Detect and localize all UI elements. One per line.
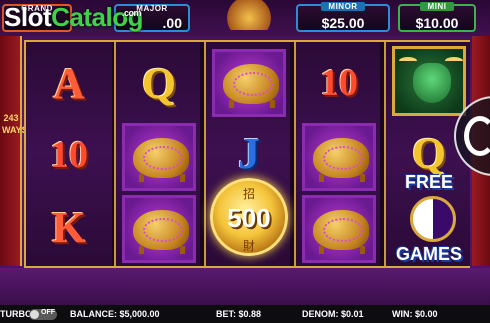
symbol-10: 10 [50, 134, 88, 176]
spin-icon [464, 116, 490, 156]
symbol-pig [120, 194, 198, 264]
gold-coin-pile-icon [224, 0, 274, 30]
coin-glyph-bottom: 財 [242, 239, 255, 253]
ways-count: 243 [3, 113, 19, 123]
gold-coin-icon: 招 500 財 [210, 178, 288, 256]
symbol-ox [390, 46, 468, 116]
ways-badge: 243 WAYS [2, 112, 28, 136]
symbol-pig [300, 122, 378, 192]
status-bar: TURBO OFF BALANCE: $5,000.00 BET: $0.88 … [0, 305, 490, 323]
reel-3: J 招 500 財 [204, 42, 290, 266]
turbo-state: OFF [41, 309, 55, 316]
denom-readout[interactable]: DENOM: $0.01 [302, 309, 364, 319]
symbol-q: Q [141, 58, 177, 108]
free-games-badge: FREE GAMES [390, 172, 468, 268]
bet-readout[interactable]: BET: $0.88 [216, 309, 261, 319]
coin-symbol: 招 500 財 [210, 178, 288, 256]
turbo-toggle[interactable]: OFF [29, 309, 57, 320]
jackpot-minor-label: MINOR [321, 2, 365, 11]
toggle-knob [30, 310, 39, 319]
slot-game: GRAND MAJOR .00 MINOR $25.00 MINI $10.00… [0, 0, 490, 323]
jackpot-mini-value: $10.00 [415, 15, 459, 31]
balance-readout: BALANCE: $5,000.00 [70, 309, 160, 319]
pig-icon [212, 49, 286, 117]
symbol-a: A [53, 58, 85, 108]
reel-5: Q FREE GAMES [384, 42, 470, 266]
bottom-frame [0, 268, 490, 305]
ox-icon [392, 46, 466, 116]
reel-4: 10 [294, 42, 380, 266]
pig-icon [302, 123, 376, 191]
watermark-logo: SlotCatalog .com [4, 2, 143, 33]
ways-label: WAYS [2, 125, 28, 135]
symbol-10: 10 [320, 62, 358, 104]
turbo-label: TURBO [0, 309, 32, 319]
win-readout: WIN: $0.00 [392, 309, 438, 319]
jackpot-mini: MINI $10.00 [398, 2, 476, 32]
coin-glyph-top: 招 [242, 187, 255, 201]
reel-grid: A 10 K Q J 招 500 財 10 Q FREE GAMES [24, 40, 470, 268]
symbol-pig [300, 194, 378, 264]
yin-yang-icon [410, 196, 456, 242]
jackpot-minor-value: $25.00 [321, 15, 365, 31]
reel-2: Q [114, 42, 200, 266]
symbol-pig [120, 122, 198, 192]
jackpot-minor: MINOR $25.00 [296, 2, 390, 32]
reel-1: A 10 K [26, 42, 112, 266]
free-games-line2: GAMES [395, 244, 462, 264]
jackpot-mini-label: MINI [420, 2, 454, 11]
watermark-brand-slot: Slot [4, 2, 52, 32]
pig-icon [122, 123, 196, 191]
free-games-symbol: FREE GAMES [390, 172, 468, 268]
pig-icon [122, 195, 196, 263]
coin-value: 500 [227, 203, 271, 233]
watermark-suffix: .com [122, 8, 142, 18]
symbol-k: K [51, 202, 87, 252]
pig-icon [302, 195, 376, 263]
symbol-pig [210, 48, 288, 118]
free-games-line1: FREE [404, 172, 453, 192]
left-frame [0, 36, 22, 266]
